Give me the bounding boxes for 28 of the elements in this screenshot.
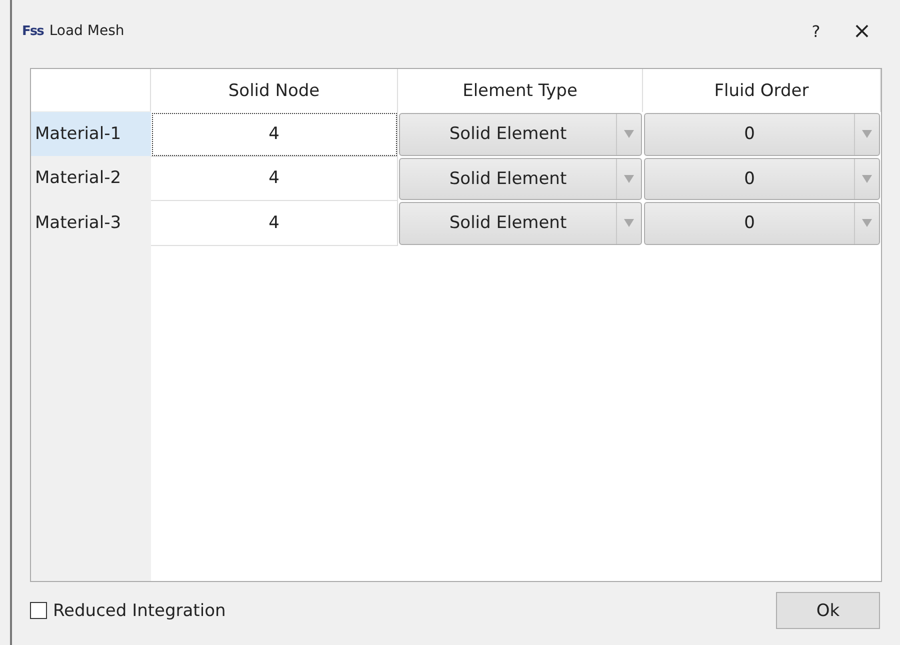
column-header: Element Type [398,69,643,112]
row-header[interactable]: Material-1 [31,112,151,156]
checkbox-icon[interactable] [30,602,47,619]
close-button[interactable]: × [842,18,882,44]
help-button[interactable]: ? [796,20,836,42]
row-header[interactable]: Material-3 [31,201,151,246]
dropdown-arrow-icon [624,174,634,183]
element-type-dropdown[interactable]: Solid Element [399,202,642,244]
ok-button[interactable]: Ok [776,592,880,629]
table-cell[interactable]: 4 [151,112,398,156]
fluid-order-dropdown[interactable]: 0 [644,202,880,244]
column-header: Fluid Order [643,69,881,112]
dropdown-arrow-icon [624,219,634,228]
dropdown-arrow-icon [862,130,872,138]
dropdown-arrow-icon [862,174,872,183]
column-header: Solid Node [151,69,398,112]
element-type-dropdown[interactable]: Solid Element [399,158,642,200]
reduced-integration-checkbox[interactable]: Reduced Integration [30,600,226,620]
row-header[interactable]: Material-2 [31,156,151,201]
table-cell[interactable]: 4 [151,201,398,246]
fluid-order-dropdown[interactable]: 0 [644,113,880,156]
window-title: Load Mesh [49,23,124,39]
dropdown-arrow-icon [862,219,872,228]
fluid-order-dropdown[interactable]: 0 [644,158,880,200]
app-logo: Fss [22,24,44,38]
table-cell[interactable]: 4 [151,156,398,201]
element-type-dropdown[interactable]: Solid Element [399,113,642,156]
dropdown-arrow-icon [624,130,634,138]
